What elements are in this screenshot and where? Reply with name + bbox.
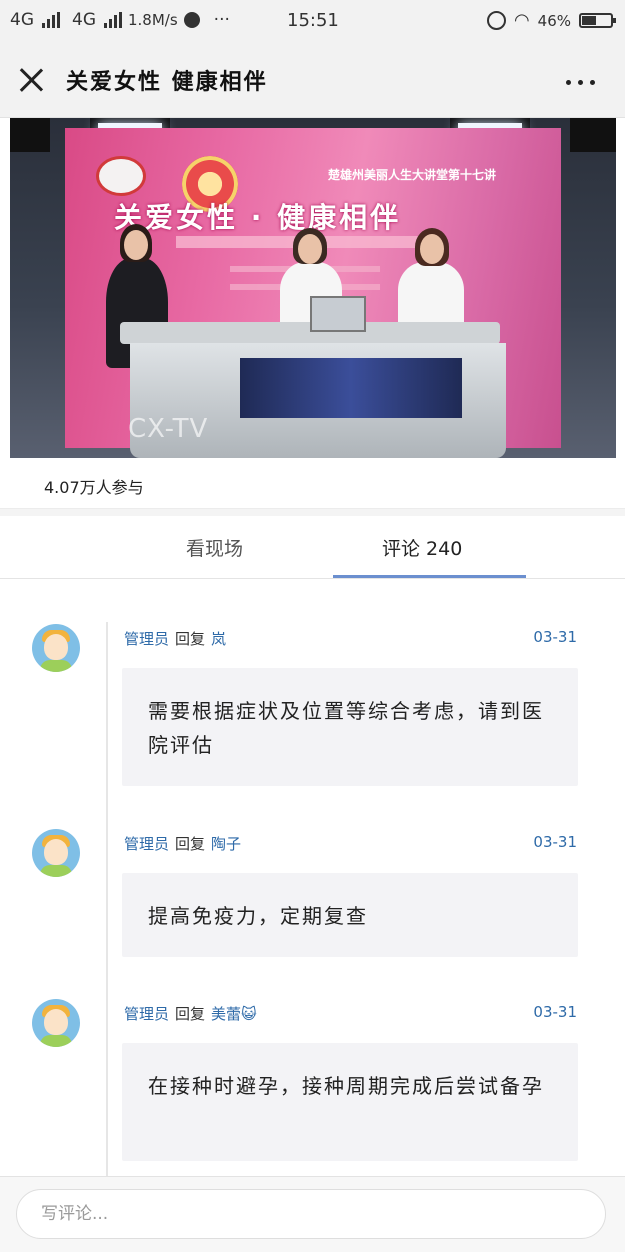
comment-date: 03-31 xyxy=(533,628,577,646)
reply-target[interactable]: 美蕾😺 xyxy=(211,1005,257,1023)
reply-target[interactable]: 岚 xyxy=(211,630,226,648)
close-icon[interactable] xyxy=(18,67,44,93)
doctor-head xyxy=(420,234,444,264)
comment-author[interactable]: 管理员 xyxy=(124,835,169,853)
channel-watermark: CX-TV xyxy=(128,414,209,444)
doctor-head xyxy=(298,234,322,264)
section-divider xyxy=(0,508,625,516)
more-notifications: ··· xyxy=(213,10,230,30)
battery-fill xyxy=(582,16,596,25)
studio-desk-panel xyxy=(240,358,462,418)
studio-light xyxy=(570,118,616,152)
alarm-icon xyxy=(486,11,506,30)
comment-header: 管理员 回复 陶子 xyxy=(124,833,241,854)
host-head xyxy=(124,230,148,260)
comment-author[interactable]: 管理员 xyxy=(124,1005,169,1023)
status-left: 4G 4G 1.8M/s ··· xyxy=(10,10,230,30)
tab-bar: 看现场 评论 240 xyxy=(0,516,625,579)
status-right: ◠ 46% xyxy=(486,10,616,31)
active-tab-indicator xyxy=(333,575,526,578)
more-icon[interactable] xyxy=(566,80,595,85)
nav-bar: 关爱女性 健康相伴 xyxy=(0,42,625,118)
comment-bar xyxy=(0,1176,625,1252)
app-notification-icon xyxy=(183,12,200,28)
tab-live[interactable]: 看现场 xyxy=(186,534,243,561)
comment-text: 需要根据症状及位置等综合考虑，请到医院评估 xyxy=(122,668,578,786)
reply-label: 回复 xyxy=(175,835,206,853)
reply-label: 回复 xyxy=(175,1005,206,1023)
live-video-player[interactable]: 楚雄州美丽人生大讲堂第十七讲 关爱女性 · 健康相伴 CX-TV xyxy=(10,118,616,458)
comment-timeline xyxy=(106,622,108,1177)
comment-input[interactable] xyxy=(16,1189,606,1239)
comment-author[interactable]: 管理员 xyxy=(124,630,169,648)
avatar[interactable] xyxy=(32,999,80,1047)
laptop xyxy=(310,296,366,332)
battery-percent: 46% xyxy=(537,11,571,30)
status-bar: 4G 4G 1.8M/s ··· 15:51 ◠ 46% xyxy=(0,0,625,42)
tab-comments[interactable]: 评论 240 xyxy=(382,534,462,561)
network-speed: 1.8M/s xyxy=(128,11,178,29)
signal-icon-1 xyxy=(42,12,60,28)
comment-date: 03-31 xyxy=(533,833,577,851)
avatar[interactable] xyxy=(32,624,80,672)
studio-light xyxy=(10,118,50,152)
network-label-1: 4G xyxy=(10,10,34,30)
comment-date: 03-31 xyxy=(533,1003,577,1021)
reply-label: 回复 xyxy=(175,630,206,648)
womens-federation-logo xyxy=(96,156,146,196)
signal-icon-2 xyxy=(104,12,122,28)
wifi-icon: ◠ xyxy=(513,10,530,31)
avatar[interactable] xyxy=(32,829,80,877)
comment-text: 提高免疫力，定期复查 xyxy=(122,873,578,957)
battery-icon xyxy=(579,13,616,28)
clock: 15:51 xyxy=(287,10,339,31)
network-label-2: 4G xyxy=(72,10,96,30)
comment-text: 在接种时避孕，接种周期完成后尝试备孕 xyxy=(122,1043,578,1161)
page-title: 关爱女性 健康相伴 xyxy=(66,70,268,95)
comment-header: 管理员 回复 美蕾😺 xyxy=(124,1003,257,1024)
participant-count: 4.07万人参与 xyxy=(44,478,144,497)
reply-target[interactable]: 陶子 xyxy=(211,835,241,853)
comment-header: 管理员 回复岚 xyxy=(124,628,226,649)
screen-title: 关爱女性 · 健康相伴 xyxy=(114,201,402,234)
screen-subtitle: 楚雄州美丽人生大讲堂第十七讲 xyxy=(328,168,497,182)
